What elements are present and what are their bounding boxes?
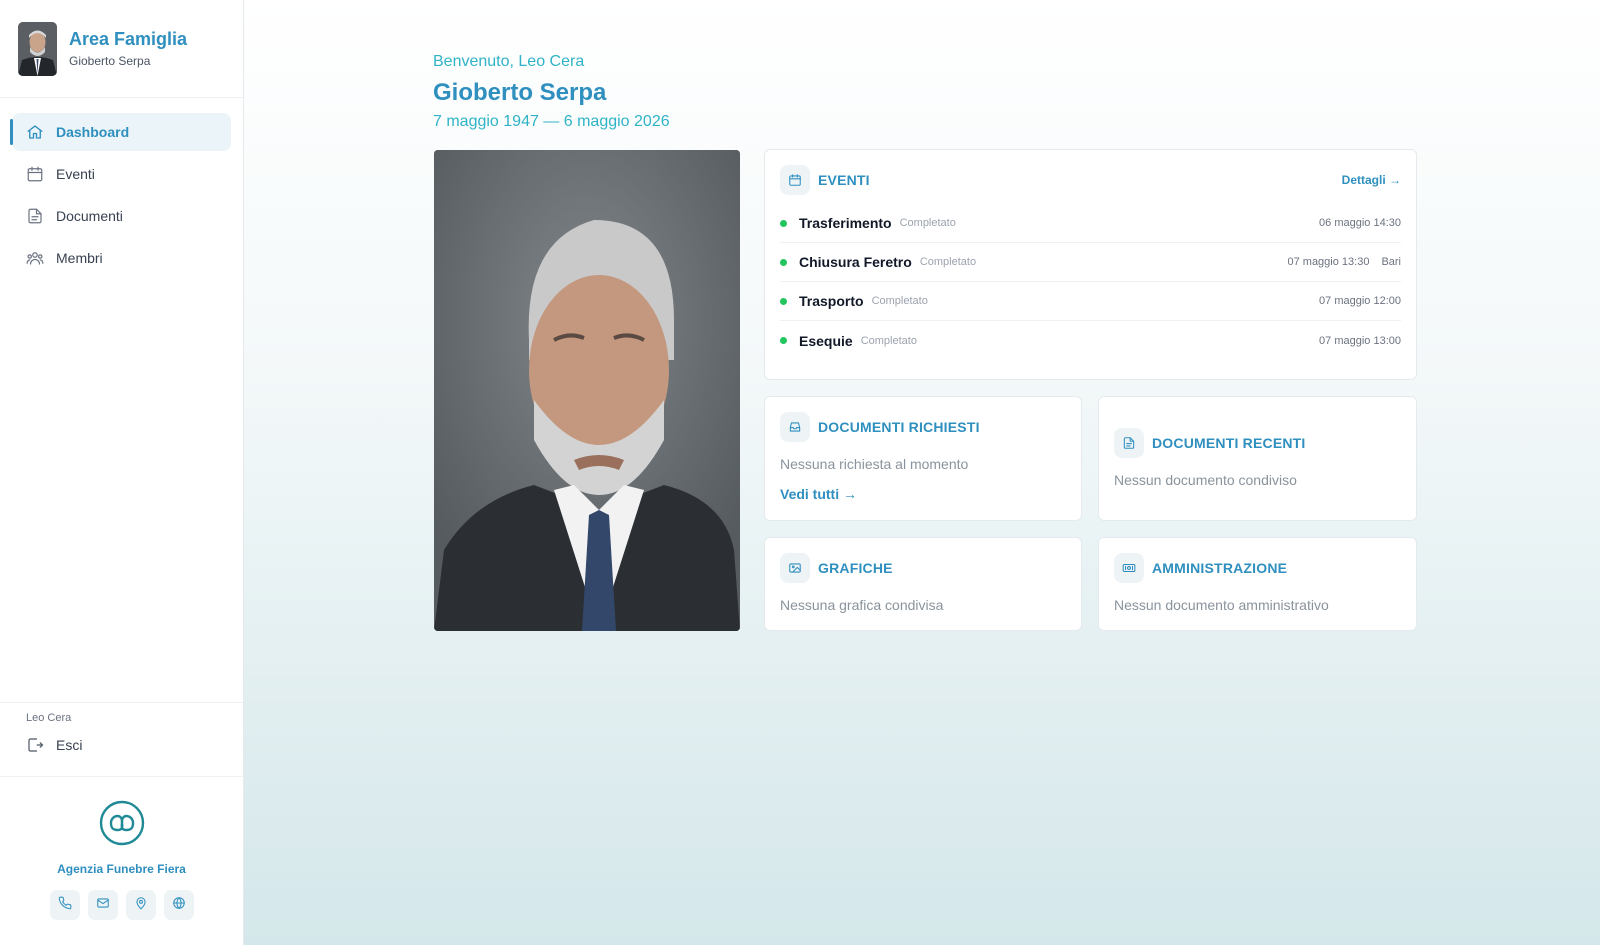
event-datetime: 07 maggio 13:00 xyxy=(1319,334,1401,347)
phone-button[interactable] xyxy=(49,890,80,920)
page-title: Gioberto Serpa xyxy=(433,79,607,106)
event-row[interactable]: Esequie Completato 07 maggio 13:00 xyxy=(780,321,1401,360)
event-datetime: 06 maggio 14:30 xyxy=(1319,217,1401,229)
avatar xyxy=(18,21,57,76)
event-status: Completato xyxy=(919,256,977,268)
event-row[interactable]: Trasporto Completato 07 maggio 12:00 xyxy=(780,282,1401,321)
inbox-icon xyxy=(780,412,810,442)
status-dot xyxy=(780,297,787,305)
nav-label: Dashboard xyxy=(56,124,130,140)
event-datetime: 07 maggio 12:00 xyxy=(1319,295,1401,307)
event-datetime: 07 maggio 13:30 xyxy=(1287,256,1370,268)
location-button[interactable] xyxy=(125,890,156,920)
calendar-icon xyxy=(26,165,44,183)
current-user-name: Leo Cera xyxy=(26,712,72,724)
home-icon xyxy=(26,123,44,141)
phone-icon xyxy=(58,896,72,915)
see-all-link[interactable]: Vedi tutti → xyxy=(780,486,857,502)
nav-label: Documenti xyxy=(56,208,123,224)
nav-label: Eventi xyxy=(56,166,95,182)
sidebar: Area Famiglia Gioberto Serpa Dashboard E… xyxy=(0,0,244,945)
events-title: EVENTI xyxy=(818,172,870,188)
event-title: Esequie xyxy=(799,332,853,349)
recent-docs-card: DOCUMENTI RECENTI Nessun documento condi… xyxy=(1098,396,1417,521)
events-card: EVENTI Dettagli → Trasferimento Completa… xyxy=(764,149,1417,380)
website-button[interactable] xyxy=(163,890,194,920)
nav-item-eventi[interactable]: Eventi xyxy=(12,155,231,193)
event-row[interactable]: Trasferimento Completato 06 maggio 14:30 xyxy=(780,204,1401,243)
globe-icon xyxy=(172,896,186,915)
mail-icon xyxy=(96,896,110,915)
nav-item-documenti[interactable]: Documenti xyxy=(12,197,231,235)
email-button[interactable] xyxy=(87,890,118,920)
status-dot xyxy=(780,258,787,266)
status-dot xyxy=(780,337,787,344)
graphics-title: GRAFICHE xyxy=(818,560,893,576)
event-place: Bari xyxy=(1381,256,1401,268)
graphics-card: GRAFICHE Nessuna grafica condivisa xyxy=(764,537,1082,631)
events-details-link[interactable]: Dettagli → xyxy=(1342,173,1401,187)
main-nav: Dashboard Eventi Documenti Membri xyxy=(0,98,243,277)
document-icon xyxy=(26,207,44,225)
requested-docs-title: DOCUMENTI RICHIESTI xyxy=(818,419,980,435)
welcome-text: Benvenuto, Leo Cera xyxy=(433,53,585,70)
graphics-empty: Nessuna grafica condivisa xyxy=(780,597,944,613)
agency-contacts xyxy=(0,890,243,920)
logout-button[interactable]: Esci xyxy=(26,736,217,754)
agency-footer: Agenzia Funebre Fiera xyxy=(0,800,243,920)
event-title: Trasporto xyxy=(799,293,864,309)
nav-label: Membri xyxy=(56,250,103,266)
life-dates: 7 maggio 1947 — 6 maggio 2026 xyxy=(433,113,670,130)
admin-empty: Nessun documento amministrativo xyxy=(1114,597,1329,613)
event-row[interactable]: Chiusura Feretro Completato 07 maggio 13… xyxy=(780,243,1401,282)
deceased-name-label: Gioberto Serpa xyxy=(69,54,151,68)
requested-docs-card: DOCUMENTI RICHIESTI Nessuna richiesta al… xyxy=(764,396,1082,521)
agency-name: Agenzia Funebre Fiera xyxy=(57,862,186,876)
status-dot xyxy=(780,219,787,227)
event-status: Completato xyxy=(871,295,928,307)
logout-icon xyxy=(26,736,44,754)
recent-docs-empty: Nessun documento condiviso xyxy=(1114,472,1297,488)
events-list: Trasferimento Completato 06 maggio 14:30… xyxy=(780,204,1401,360)
calendar-icon xyxy=(780,165,810,195)
user-block: Leo Cera Esci xyxy=(0,702,243,777)
event-title: Trasferimento xyxy=(799,215,892,231)
event-status: Completato xyxy=(860,334,917,347)
app-title: Area Famiglia xyxy=(69,29,188,49)
nav-item-dashboard[interactable]: Dashboard xyxy=(10,113,231,151)
banknote-icon xyxy=(1114,553,1144,583)
users-icon xyxy=(26,249,44,267)
requested-docs-empty: Nessuna richiesta al momento xyxy=(780,456,969,472)
nav-item-membri[interactable]: Membri xyxy=(12,239,231,277)
admin-card: AMMINISTRAZIONE Nessun documento amminis… xyxy=(1098,537,1417,631)
event-status: Completato xyxy=(899,217,956,229)
brand-header: Area Famiglia Gioberto Serpa xyxy=(0,0,243,98)
admin-title: AMMINISTRAZIONE xyxy=(1152,560,1288,576)
recent-docs-title: DOCUMENTI RECENTI xyxy=(1152,435,1306,451)
logout-label: Esci xyxy=(56,737,83,753)
portrait-photo xyxy=(434,150,740,631)
event-title: Chiusura Feretro xyxy=(799,254,912,270)
image-icon xyxy=(780,553,810,583)
document-icon xyxy=(1114,428,1144,458)
agency-logo-icon xyxy=(99,800,145,846)
map-pin-icon xyxy=(134,896,148,915)
